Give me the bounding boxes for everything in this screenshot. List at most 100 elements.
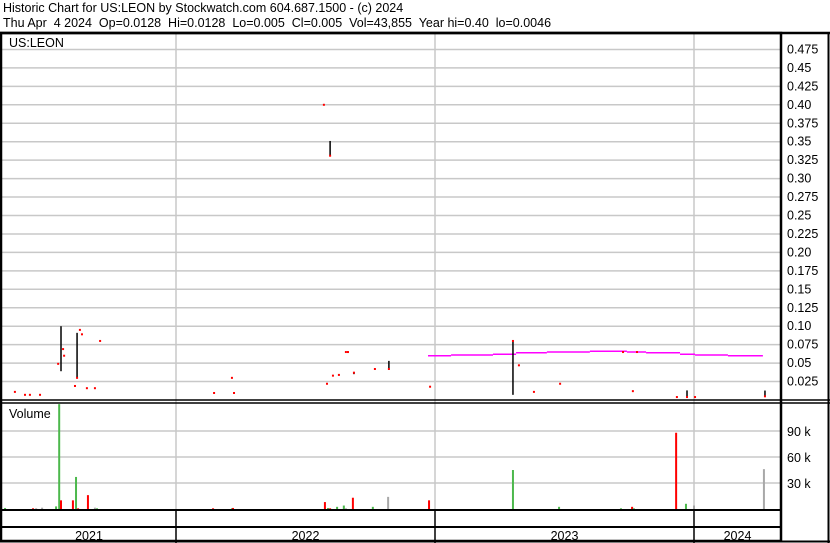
volume-tick-label: 60 k — [787, 451, 811, 465]
close-point — [39, 393, 42, 396]
volume-bar — [60, 500, 63, 509]
volume-tick-label: 30 k — [787, 477, 811, 491]
close-point — [99, 339, 102, 342]
volume-bar — [387, 496, 390, 509]
volume-bar — [323, 502, 326, 509]
volume-bar — [327, 507, 330, 509]
volume-bar — [77, 508, 80, 509]
volume-bar — [71, 500, 74, 509]
price-tick-label: 0.15 — [787, 282, 811, 296]
close-point — [373, 368, 376, 371]
year-label: 2021 — [75, 529, 103, 543]
volume-bar — [212, 508, 215, 509]
close-point — [517, 364, 520, 367]
close-point — [57, 362, 60, 365]
volume-bar — [329, 508, 332, 509]
volume-bar — [675, 432, 678, 509]
close-point — [63, 354, 66, 357]
price-tick-label: 0.175 — [787, 264, 818, 278]
close-point — [686, 396, 689, 399]
price-tick-label: 0.05 — [787, 356, 811, 370]
close-point — [213, 391, 216, 394]
chart-marks — [4, 103, 766, 509]
chart-border — [0, 31, 783, 543]
close-point — [230, 376, 233, 379]
volume-bar — [96, 508, 99, 509]
price-tick-label: 0.025 — [787, 375, 818, 389]
volume-bar — [86, 495, 89, 509]
volume-bar — [231, 507, 234, 509]
close-point — [28, 393, 31, 396]
price-tick-label: 0.45 — [787, 61, 811, 75]
volume-label: Volume — [9, 407, 51, 421]
close-point — [346, 351, 349, 354]
close-point — [325, 382, 328, 385]
close-point — [559, 382, 562, 385]
close-point — [93, 387, 96, 390]
close-point — [387, 368, 390, 371]
volume-bar — [342, 505, 345, 509]
close-point — [329, 154, 332, 157]
close-point — [85, 387, 88, 390]
price-tick-label: 0.125 — [787, 301, 818, 315]
close-point — [352, 371, 355, 374]
volume-bar — [511, 470, 514, 509]
volume-tick-label: 90 k — [787, 425, 811, 439]
chart-frame — [0, 31, 830, 543]
volume-bar — [344, 508, 347, 509]
price-tick-label: 0.375 — [787, 116, 818, 130]
close-point — [694, 396, 697, 399]
close-point — [233, 391, 236, 394]
close-point — [337, 373, 340, 376]
close-point — [675, 396, 678, 399]
close-point — [322, 103, 325, 106]
close-point — [532, 390, 535, 393]
volume-bar — [371, 506, 374, 509]
volume-bar — [351, 497, 354, 509]
stock-chart: US:LEON Volume 0.0250.050.0750.100.1250.… — [0, 31, 830, 543]
close-point — [62, 348, 65, 351]
close-point — [763, 395, 766, 398]
price-tick-label: 0.325 — [787, 153, 818, 167]
symbol-label: US:LEON — [9, 36, 64, 50]
volume-bar — [75, 476, 78, 509]
price-tick-label: 0.30 — [787, 172, 811, 186]
close-point — [331, 374, 334, 377]
volume-bar — [684, 503, 687, 509]
volume-bar — [558, 506, 561, 509]
volume-bar — [93, 507, 96, 509]
volume-bar — [693, 505, 695, 509]
price-tick-label: 0.425 — [787, 79, 818, 93]
price-tick-label: 0.35 — [787, 135, 811, 149]
volume-bar — [4, 507, 7, 509]
price-tick-label: 0.225 — [787, 227, 818, 241]
close-point — [73, 384, 76, 387]
year-label: 2022 — [292, 529, 320, 543]
close-point — [76, 376, 79, 379]
volume-bar — [58, 404, 61, 509]
volume-bar — [762, 469, 765, 509]
close-point — [13, 390, 16, 393]
year-label: 2024 — [724, 529, 752, 543]
volume-bar — [619, 508, 622, 509]
close-point — [631, 390, 634, 393]
volume-bar — [32, 508, 35, 509]
axis-labels: 0.025 0.05 0.075 0.10 0.125 0.15 0.175 0.20 0.22… — [75, 42, 818, 543]
price-tick-label: 0.075 — [787, 338, 818, 352]
price-tick-label: 0.475 — [787, 42, 818, 56]
close-point — [429, 385, 432, 388]
price-tick-label: 0.20 — [787, 245, 811, 259]
grid-lines — [2, 33, 781, 510]
price-tick-label: 0.10 — [787, 319, 811, 333]
close-point — [24, 393, 27, 396]
close-point — [636, 351, 639, 354]
volume-bar — [428, 500, 431, 509]
price-tick-label: 0.40 — [787, 98, 811, 112]
close-point — [80, 333, 83, 336]
volume-bar — [35, 508, 38, 509]
year-label: 2023 — [551, 529, 579, 543]
volume-bar — [55, 506, 58, 509]
volume-bar — [41, 507, 44, 509]
price-tick-label: 0.25 — [787, 209, 811, 223]
close-point — [78, 328, 81, 331]
